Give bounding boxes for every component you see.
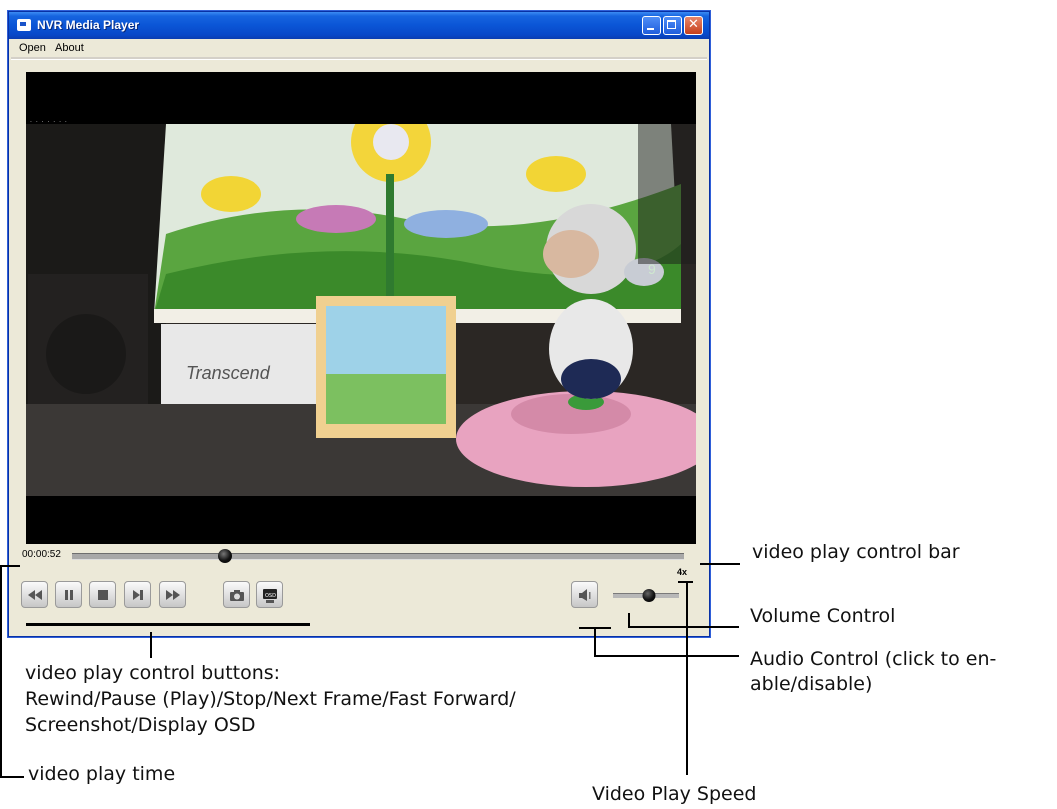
- menu-divider: [11, 57, 707, 60]
- rewind-button[interactable]: [21, 581, 48, 608]
- callout-line: [0, 565, 20, 567]
- callout-line: [150, 632, 152, 658]
- video-frame-image: Transcend 9: [26, 124, 696, 496]
- svg-text:Transcend: Transcend: [186, 363, 271, 383]
- minimize-button[interactable]: [642, 16, 661, 35]
- volume-slider[interactable]: [613, 589, 679, 602]
- annotation-play-speed: Video Play Speed: [592, 783, 757, 805]
- stop-icon: [98, 590, 108, 600]
- callout-line: [0, 776, 24, 778]
- menu-open[interactable]: Open: [19, 42, 46, 54]
- menu-about[interactable]: About: [55, 42, 84, 54]
- fast-forward-button[interactable]: [159, 581, 186, 608]
- volume-thumb[interactable]: [642, 589, 656, 602]
- title-bar[interactable]: NVR Media Player: [9, 12, 709, 39]
- video-progress-bar[interactable]: [72, 549, 684, 563]
- stop-button[interactable]: [89, 581, 116, 608]
- pause-button[interactable]: [55, 581, 82, 608]
- next-frame-icon: [133, 590, 143, 600]
- annotation-buttons-line2: Rewind/Pause (Play)/Stop/Next Frame/Fast…: [25, 688, 516, 710]
- speaker-icon: [579, 589, 591, 601]
- play-speed-label: 4x: [677, 567, 688, 577]
- osd-icon: OSD: [263, 589, 277, 603]
- callout-line: [0, 565, 2, 778]
- callout-line: [594, 655, 739, 657]
- screenshot-button[interactable]: [223, 581, 250, 608]
- video-display[interactable]: · · · · · · · Transcend 9: [26, 72, 696, 544]
- annotation-buttons-line3: Screenshot/Display OSD: [25, 714, 256, 736]
- audio-toggle-button[interactable]: [571, 581, 598, 608]
- svg-text:OSD: OSD: [265, 593, 276, 599]
- callout-line: [700, 563, 740, 565]
- progress-thumb[interactable]: [218, 549, 232, 563]
- app-icon: [17, 19, 31, 31]
- callout-line: [26, 623, 310, 626]
- svg-text:9: 9: [648, 261, 656, 277]
- maximize-button[interactable]: [663, 16, 682, 35]
- close-button[interactable]: [684, 16, 703, 35]
- next-frame-button[interactable]: [124, 581, 151, 608]
- pause-icon: [65, 590, 73, 600]
- camera-icon: [230, 590, 244, 601]
- play-time: 00:00:52: [22, 549, 61, 560]
- annotation-audio-line1: Audio Control (click to en-: [750, 648, 997, 670]
- annotation-buttons-line1: video play control buttons:: [25, 662, 281, 684]
- callout-line: [594, 629, 596, 657]
- annotation-play-time: video play time: [28, 763, 176, 785]
- annotation-volume: Volume Control: [750, 605, 896, 627]
- annotation-audio-line2: able/disable): [750, 673, 873, 695]
- display-osd-button[interactable]: OSD: [256, 581, 283, 608]
- callout-line: [686, 583, 688, 775]
- annotation-control-bar: video play control bar: [752, 541, 960, 563]
- callout-line: [628, 613, 630, 627]
- fast-forward-icon: [166, 590, 180, 600]
- rewind-icon: [28, 590, 42, 600]
- media-player-window: NVR Media Player Open About · · · · · · …: [8, 11, 710, 637]
- callout-line: [628, 626, 739, 628]
- window-title: NVR Media Player: [37, 18, 140, 32]
- menu-bar: Open About: [9, 39, 709, 57]
